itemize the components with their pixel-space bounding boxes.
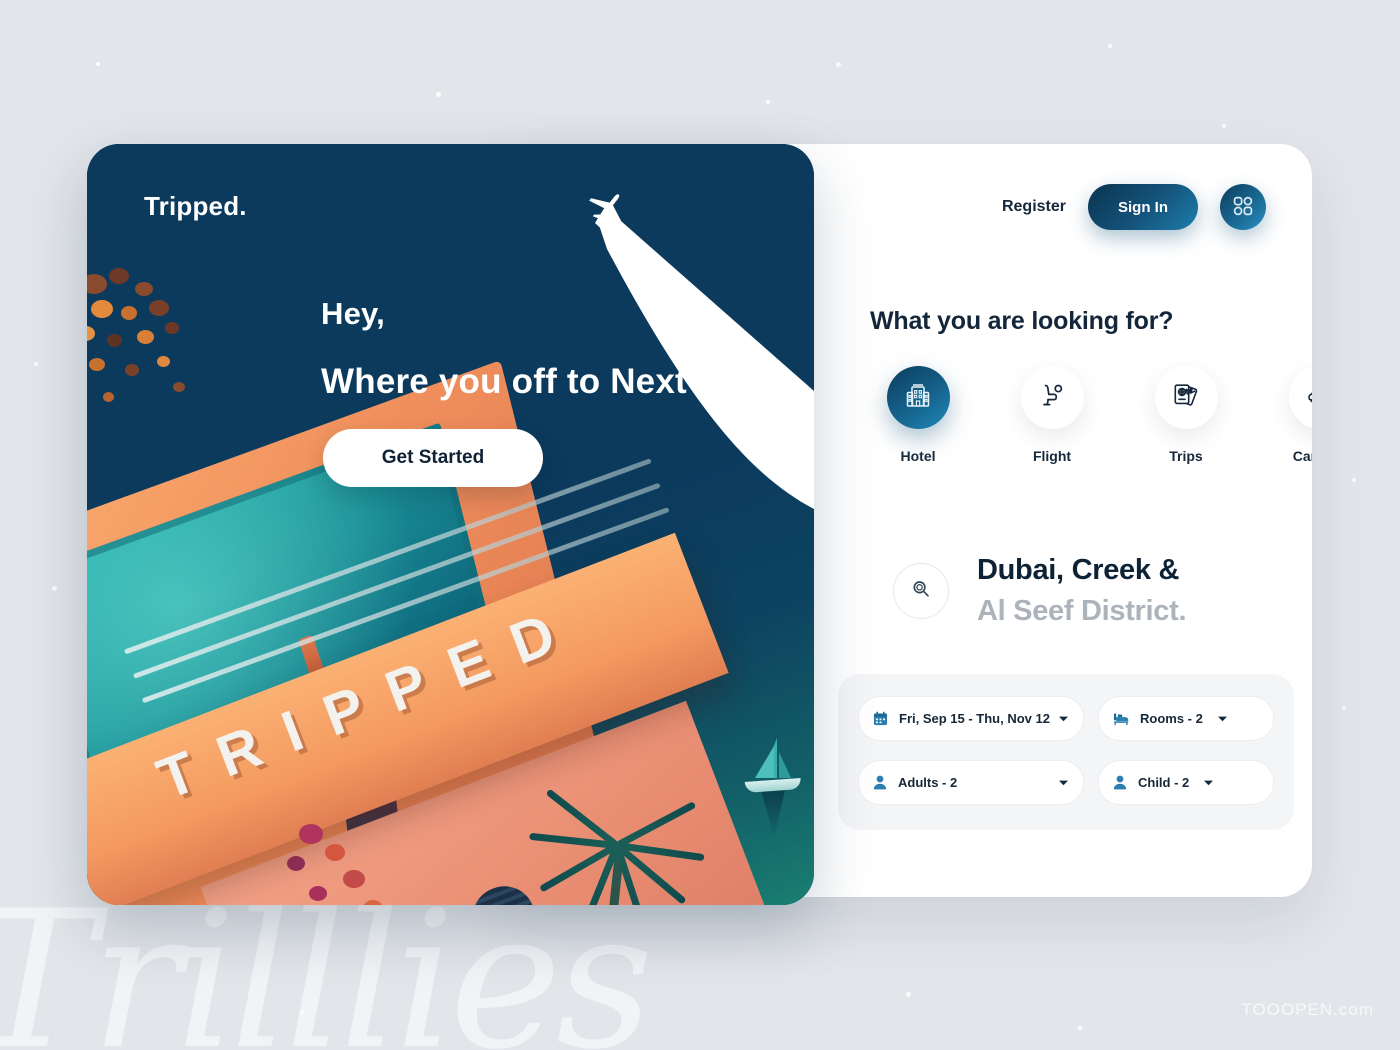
- car-icon: [1305, 380, 1312, 415]
- brand-logo: Tripped.: [144, 191, 247, 221]
- bg-speck: [34, 362, 38, 366]
- bg-speck: [1108, 44, 1112, 48]
- bg-speck: [52, 586, 57, 591]
- sign-in-button[interactable]: Sign In: [1088, 184, 1198, 230]
- booking-form: Fri, Sep 15 - Thu, Nov 12 Rooms - 2 Adul…: [838, 674, 1294, 830]
- bg-speck: [1352, 478, 1356, 482]
- category-label: Flight: [1032, 448, 1072, 464]
- bg-speck: [1222, 124, 1226, 128]
- hotel-icon: [903, 380, 933, 415]
- plane-trail-swoosh: [87, 144, 814, 905]
- search-icon: [910, 578, 932, 605]
- destination-row: Dubai, Creek & Al Seef District.: [893, 554, 1187, 628]
- field-rooms[interactable]: Rooms - 2: [1097, 696, 1274, 741]
- grid-apps-button[interactable]: [1220, 184, 1266, 230]
- category-flight[interactable]: Flight: [1002, 366, 1102, 464]
- destination-line-1: Dubai, Creek &: [977, 554, 1180, 586]
- category-icon-circle: [1288, 366, 1312, 429]
- category-list: Hotel Flight Trips Ca: [868, 366, 1312, 464]
- bg-speck: [300, 1010, 304, 1014]
- field-value: Rooms - 2: [1139, 711, 1203, 726]
- destination-line-2: Al Seef District.: [977, 595, 1187, 627]
- chevron-down-icon: [1058, 710, 1069, 728]
- category-label: Trips: [1169, 448, 1203, 464]
- register-button[interactable]: Register: [1002, 198, 1066, 216]
- bg-speck: [836, 62, 841, 67]
- category-trips[interactable]: Trips: [1136, 366, 1236, 464]
- hero-line-2: Where you off to Next?: [321, 362, 709, 401]
- bg-speck: [1078, 1026, 1082, 1030]
- field-dates[interactable]: Fri, Sep 15 - Thu, Nov 12: [858, 696, 1084, 741]
- category-icon-circle: [1020, 366, 1084, 429]
- category-icon-circle: [886, 366, 950, 429]
- category-label: Car Hire: [1292, 448, 1312, 464]
- category-car-hire[interactable]: Car Hire: [1270, 366, 1312, 464]
- chevron-down-icon: [1217, 710, 1228, 728]
- calendar-icon: [873, 711, 888, 726]
- field-value: Adults - 2: [898, 775, 958, 790]
- bg-speck: [96, 62, 100, 66]
- get-started-button[interactable]: Get Started: [323, 429, 543, 487]
- bed-icon: [1113, 711, 1129, 726]
- chevron-down-icon: [1058, 774, 1069, 792]
- category-label: Hotel: [900, 448, 936, 464]
- bg-speck: [766, 100, 770, 104]
- app-root: Trilllies TOOOPEN.com Register Sign In W…: [0, 0, 1400, 1050]
- bg-speck: [906, 992, 911, 997]
- field-child[interactable]: Child - 2: [1097, 760, 1274, 805]
- field-value: Fri, Sep 15 - Thu, Nov 12: [899, 711, 1050, 726]
- watermark: TOOOPEN.com: [1241, 1000, 1374, 1020]
- field-value: Child - 2: [1137, 775, 1190, 790]
- grid-apps-icon: [1233, 196, 1253, 219]
- top-navigation: Register Sign In: [1002, 184, 1266, 230]
- person-icon: [873, 775, 887, 790]
- category-icon-circle: [1154, 366, 1218, 429]
- airline-seat-icon: [1037, 380, 1067, 415]
- bg-speck: [436, 92, 441, 97]
- chevron-down-icon: [1203, 774, 1214, 792]
- category-hotel[interactable]: Hotel: [868, 366, 968, 464]
- hero-panel: T R I P P E D Tripped. Hey, Where you of…: [87, 144, 814, 905]
- search-button[interactable]: [893, 563, 949, 619]
- person-icon: [1113, 775, 1127, 790]
- bg-speck: [1342, 706, 1346, 710]
- destination-text[interactable]: Dubai, Creek & Al Seef District.: [977, 554, 1187, 628]
- field-adults[interactable]: Adults - 2: [858, 760, 1084, 805]
- hero-line-1: Hey,: [321, 296, 385, 331]
- passport-tickets-icon: [1171, 380, 1201, 415]
- airplane-icon: [585, 189, 631, 234]
- watermark-text: TOOOPEN.com: [1241, 1000, 1374, 1019]
- hero-copy: Hey, Where you off to Next?: [321, 296, 708, 402]
- section-title: What you are looking for?: [870, 307, 1174, 335]
